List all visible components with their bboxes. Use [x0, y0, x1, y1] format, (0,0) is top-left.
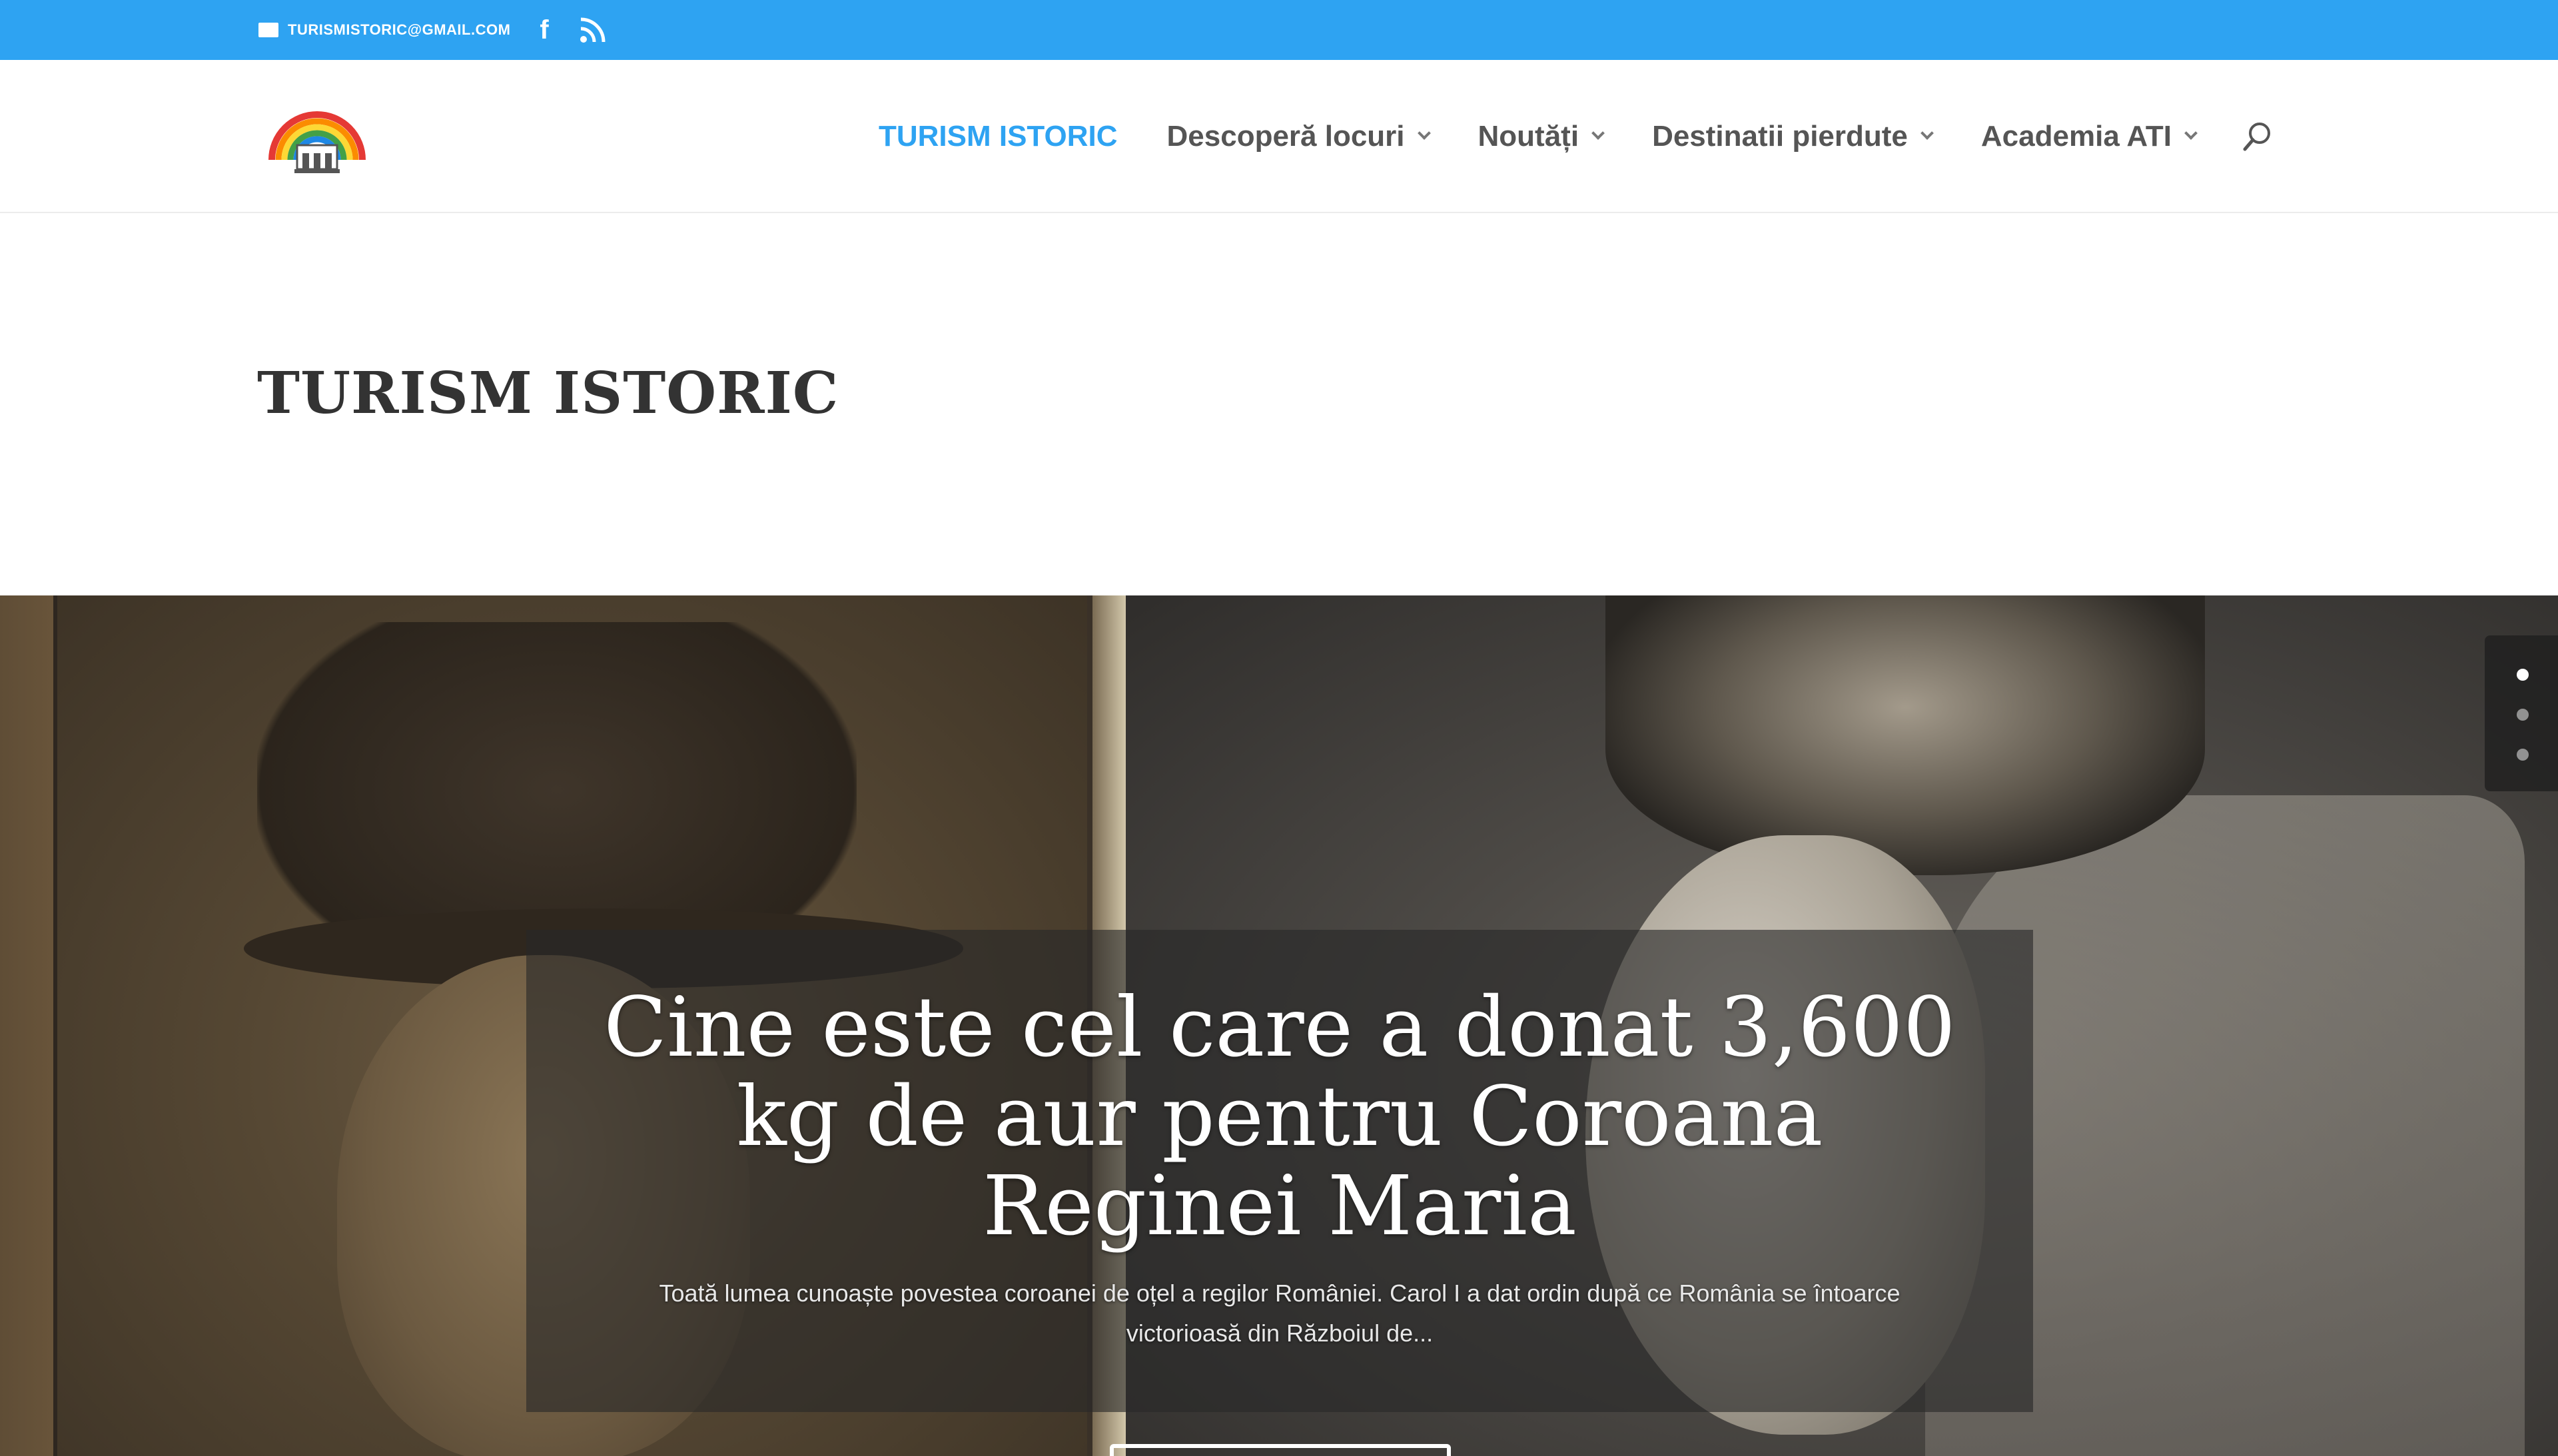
slider-pagination: [2485, 635, 2558, 791]
read-more-button[interactable]: [1110, 1444, 1451, 1456]
slide-excerpt: Toată lumea cunoaște povestea coroanei d…: [659, 1279, 1901, 1347]
slide-title[interactable]: Cine este cel care a donat 3,600 kg de a…: [566, 983, 1993, 1251]
facebook-icon[interactable]: f: [540, 17, 548, 43]
chevron-down-icon: [1920, 127, 1934, 140]
mail-icon: [258, 23, 278, 37]
nav-item-turism-istoric[interactable]: TURISM ISTORIC: [879, 120, 1118, 153]
nav-label[interactable]: Destinatii pierdute: [1652, 120, 1908, 153]
nav-label[interactable]: Noutăți: [1478, 120, 1579, 153]
nav-label[interactable]: TURISM ISTORIC: [879, 120, 1118, 153]
page-title: TURISM ISTORIC: [257, 360, 839, 427]
main-nav: TURISM ISTORIC Descoperă locuri Noutăți …: [879, 60, 2276, 213]
contact-email[interactable]: TURISMISTORIC@GMAIL.COM: [258, 21, 510, 39]
contact-email-text[interactable]: TURISMISTORIC@GMAIL.COM: [288, 21, 510, 39]
search-icon[interactable]: [2240, 119, 2276, 155]
social-links: f: [540, 17, 636, 43]
top-bar: TURISMISTORIC@GMAIL.COM f: [0, 0, 2558, 60]
page-title-section: TURISM ISTORIC: [0, 214, 2558, 595]
crown-shape: [1605, 595, 2205, 875]
featured-slider: Cine este cel care a donat 3,600 kg de a…: [0, 595, 2558, 1456]
chevron-down-icon: [1591, 127, 1605, 140]
slider-dot-1[interactable]: [2517, 669, 2529, 681]
nav-label[interactable]: Academia ATI: [1981, 120, 2172, 153]
rss-icon[interactable]: [580, 17, 606, 43]
chevron-down-icon: [1417, 127, 1431, 140]
nav-label[interactable]: Descoperă locuri: [1167, 120, 1405, 153]
nav-item-destinatii-pierdute[interactable]: Destinatii pierdute: [1652, 120, 1934, 153]
slider-dot-2[interactable]: [2517, 709, 2529, 721]
main-header: TURISM ISTORIC Descoperă locuri Noutăți …: [0, 60, 2558, 213]
chevron-down-icon: [2184, 127, 2198, 140]
nav-item-noutati[interactable]: Noutăți: [1478, 120, 1605, 153]
slider-dot-3[interactable]: [2517, 749, 2529, 761]
site-logo[interactable]: [265, 93, 369, 180]
nav-item-academia-ati[interactable]: Academia ATI: [1981, 120, 2198, 153]
slide-caption: Cine este cel care a donat 3,600 kg de a…: [526, 930, 2033, 1412]
nav-item-descopera-locuri[interactable]: Descoperă locuri: [1167, 120, 1431, 153]
